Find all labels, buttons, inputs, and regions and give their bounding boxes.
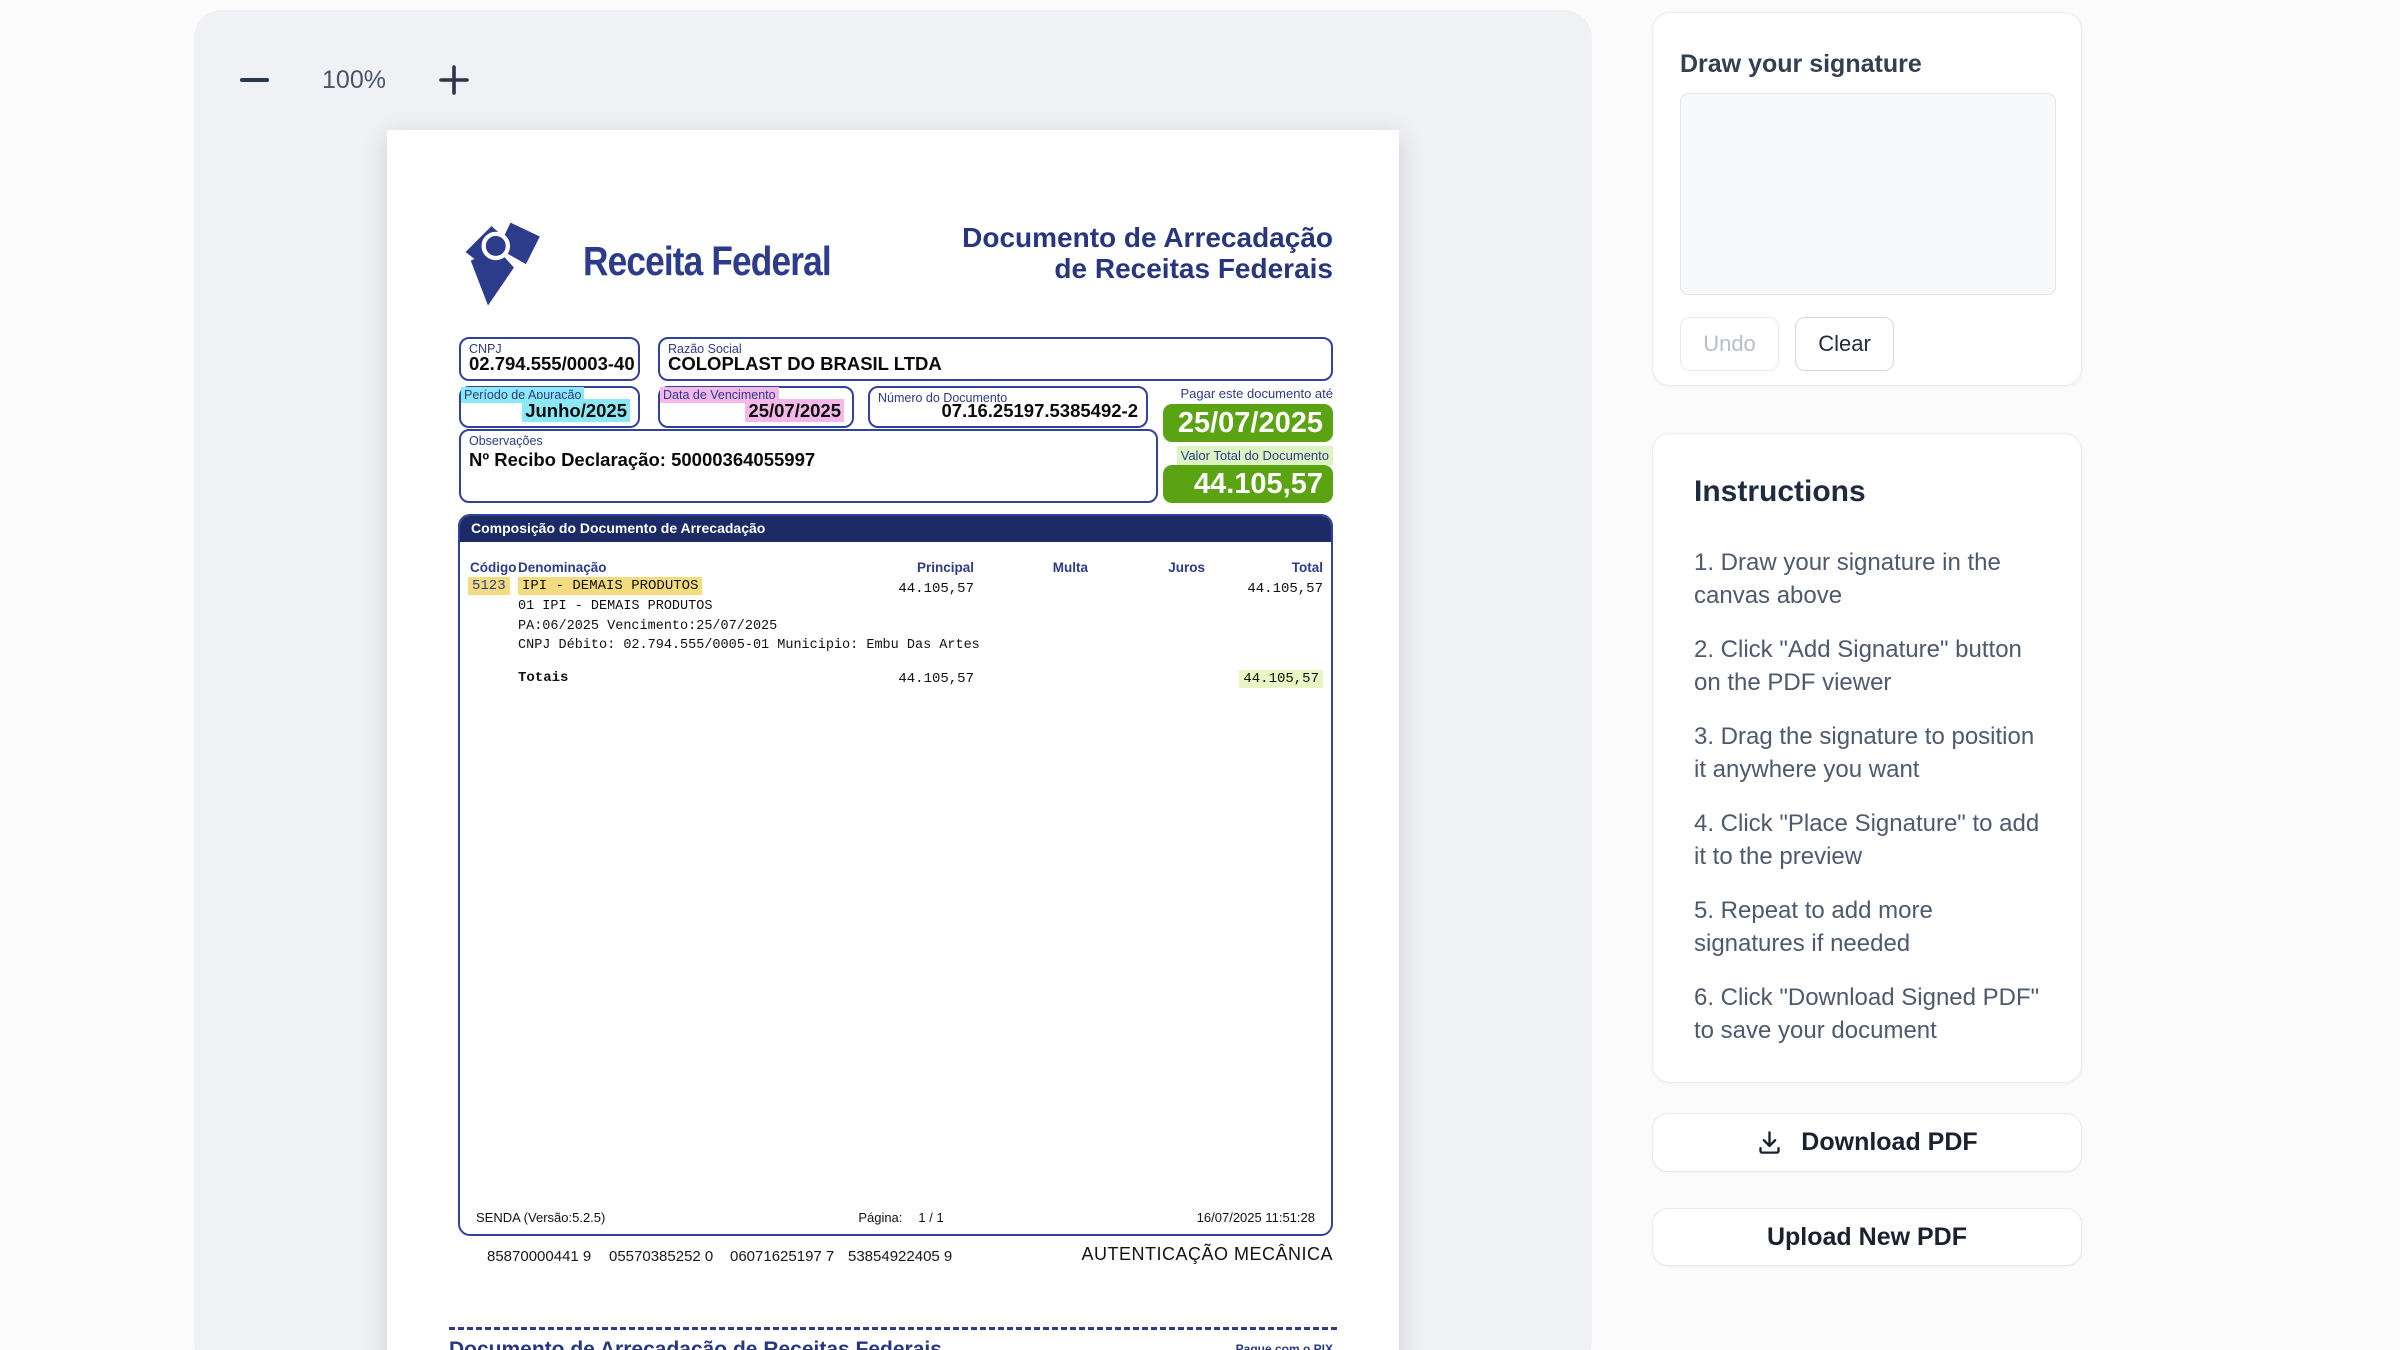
col-header-codigo: Código <box>470 560 517 575</box>
instructions-title: Instructions <box>1694 474 2043 510</box>
field-razao-social: Razão Social COLOPLAST DO BRASIL LTDA <box>658 337 1333 381</box>
composition-section-title: Composição do Documento de Arrecadação <box>459 515 1332 542</box>
field-obs-value: Nº Recibo Declaração: 50000364055997 <box>469 449 1148 471</box>
totals-label: Totais <box>518 670 568 686</box>
row-detail-line: 01 IPI - DEMAIS PRODUTOS <box>518 597 980 617</box>
field-periodo-value: Junho/2025 <box>522 399 630 422</box>
field-observacoes: Observações Nº Recibo Declaração: 500003… <box>459 429 1158 503</box>
undo-button[interactable]: Undo <box>1680 317 1779 371</box>
document-title-line2: de Receitas Federais <box>962 253 1333 284</box>
download-pdf-button[interactable]: Download PDF <box>1652 1113 2082 1172</box>
plus-icon <box>438 64 470 96</box>
field-numero-value: 07.16.25197.5385492-2 <box>878 400 1138 422</box>
pdf-page: Receita Federal Documento de Arrecadação… <box>387 130 1399 1350</box>
instruction-step: 1. Draw your signature in the canvas abo… <box>1694 546 2046 612</box>
instruction-step: 2. Click "Add Signature" button on the P… <box>1694 633 2046 699</box>
pagina-label: Página: <box>858 1210 902 1225</box>
zoom-out-button[interactable] <box>232 58 276 102</box>
valor-total-label: Valor Total do Documento <box>1177 446 1333 465</box>
zoom-level: 100% <box>322 66 386 95</box>
barcode-number: 53854922405 9 <box>848 1248 952 1265</box>
col-header-principal: Principal <box>864 560 974 575</box>
autenticacao-mecanica-label: AUTENTICAÇÃO MECÂNICA <box>1081 1244 1333 1265</box>
instruction-step: 4. Click "Place Signature" to add it to … <box>1694 807 2046 873</box>
upload-new-pdf-button[interactable]: Upload New PDF <box>1652 1208 2082 1266</box>
row-details: 01 IPI - DEMAIS PRODUTOS PA:06/2025 Venc… <box>518 597 980 656</box>
composition-table: Composição do Documento de Arrecadação C… <box>458 514 1333 1236</box>
instruction-step: 5. Repeat to add more signatures if need… <box>1694 894 2046 960</box>
barcode-number: 05570385252 0 <box>609 1248 713 1265</box>
receita-federal-logo-icon <box>457 214 557 309</box>
instruction-step: 3. Drag the signature to position it any… <box>1694 720 2046 786</box>
field-cnpj-value: 02.794.555/0003-40 <box>469 353 630 375</box>
pagar-ate-value: 25/07/2025 <box>1163 404 1333 442</box>
row-detail-line: CNPJ Débito: 02.794.555/0005-01 Municipi… <box>518 636 980 656</box>
field-razao-value: COLOPLAST DO BRASIL LTDA <box>668 353 1323 375</box>
instructions-card: Instructions 1. Draw your signature in t… <box>1652 433 2082 1083</box>
row-denominacao: IPI - DEMAIS PRODUTOS <box>518 577 702 595</box>
next-section-title: Documento de Arrecadação de Receitas Fed… <box>449 1338 942 1350</box>
totals-total: 44.105,57 <box>1239 670 1323 688</box>
zoom-in-button[interactable] <box>432 58 476 102</box>
pdf-viewer-panel: 100% Receita Federal Documento de Arreca… <box>194 10 1592 1350</box>
row-codigo: 5123 <box>468 577 510 595</box>
row-detail-line: PA:06/2025 Vencimento:25/07/2025 <box>518 617 980 637</box>
pagar-ate-label: Pagar este documento até <box>1181 386 1334 401</box>
zoom-controls: 100% <box>232 52 476 108</box>
app-root: 100% Receita Federal Documento de Arreca… <box>0 0 2400 1350</box>
print-timestamp: 16/07/2025 11:51:28 <box>1197 1210 1315 1225</box>
field-cnpj: CNPJ 02.794.555/0003-40 <box>459 337 640 381</box>
barcode-number: 85870000441 9 <box>487 1248 591 1265</box>
clear-button[interactable]: Clear <box>1795 317 1894 371</box>
receita-federal-logo-text: Receita Federal <box>583 238 831 285</box>
field-obs-label: Observações <box>469 434 543 448</box>
minus-icon <box>240 78 269 82</box>
field-vencimento-value: 25/07/2025 <box>745 399 844 422</box>
col-header-total: Total <box>1213 560 1323 575</box>
upload-new-pdf-label: Upload New PDF <box>1767 1223 1967 1252</box>
download-pdf-label: Download PDF <box>1801 1128 1977 1157</box>
instructions-steps: 1. Draw your signature in the canvas abo… <box>1694 546 2043 1047</box>
valor-total-value: 44.105,57 <box>1163 465 1333 503</box>
barcode-number: 06071625197 7 <box>730 1248 834 1265</box>
field-data-vencimento: Data de Vencimento 25/07/2025 <box>658 386 854 428</box>
pagina-value: 1 / 1 <box>918 1210 943 1225</box>
row-principal: 44.105,57 <box>864 581 974 597</box>
instruction-step: 6. Click "Download Signed PDF" to save y… <box>1694 981 2046 1047</box>
signature-card-title: Draw your signature <box>1680 49 2054 79</box>
download-icon <box>1756 1129 1783 1156</box>
document-title-line1: Documento de Arrecadação <box>962 222 1333 253</box>
senda-version: SENDA (Versão:5.2.5) <box>476 1210 605 1225</box>
tear-off-dashed-line <box>449 1327 1337 1330</box>
field-periodo-apuracao: Período de Apuração Junho/2025 <box>459 386 640 428</box>
table-footer: SENDA (Versão:5.2.5) Página: 1 / 1 16/07… <box>476 1210 1315 1225</box>
document-title: Documento de Arrecadação de Receitas Fed… <box>962 222 1333 284</box>
pix-label: Pague com o PIX <box>1236 1342 1333 1350</box>
col-header-denominacao: Denominação <box>518 560 607 575</box>
col-header-multa: Multa <box>978 560 1088 575</box>
signature-canvas[interactable] <box>1680 93 2056 295</box>
row-total: 44.105,57 <box>1213 581 1323 597</box>
signature-card: Draw your signature Undo Clear <box>1652 12 2082 386</box>
totals-principal: 44.105,57 <box>864 671 974 687</box>
field-numero-documento: Número do Documento 07.16.25197.5385492-… <box>868 386 1148 428</box>
col-header-juros: Juros <box>1095 560 1205 575</box>
